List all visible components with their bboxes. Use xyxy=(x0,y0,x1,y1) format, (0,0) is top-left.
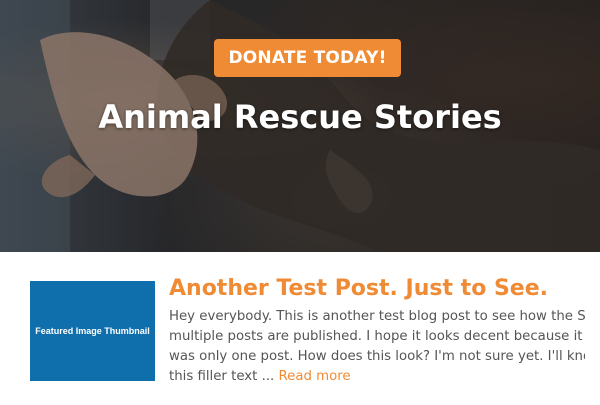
post-list-item: Featured Image Thumbnail Another Test Po… xyxy=(0,252,600,405)
excerpt-line: multiple posts are published. I hope it … xyxy=(169,329,585,344)
excerpt-line-text: this filler text ... xyxy=(169,369,275,384)
hero-banner: DONATE TODAY! Animal Rescue Stories xyxy=(0,0,600,252)
featured-image-thumbnail[interactable]: Featured Image Thumbnail xyxy=(30,281,155,381)
excerpt-last-line: this filler text ... Read more xyxy=(169,367,585,387)
post-excerpt: Hey everybody. This is another test blog… xyxy=(169,307,585,387)
excerpt-line: Hey everybody. This is another test blog… xyxy=(169,309,585,324)
post-title-link[interactable]: Another Test Post. Just to See. xyxy=(169,276,548,301)
page-title: Animal Rescue Stories xyxy=(98,98,502,136)
donate-button[interactable]: DONATE TODAY! xyxy=(214,39,401,77)
read-more-link[interactable]: Read more xyxy=(279,369,351,384)
excerpt-line: was only one post. How does this look? I… xyxy=(169,349,585,364)
